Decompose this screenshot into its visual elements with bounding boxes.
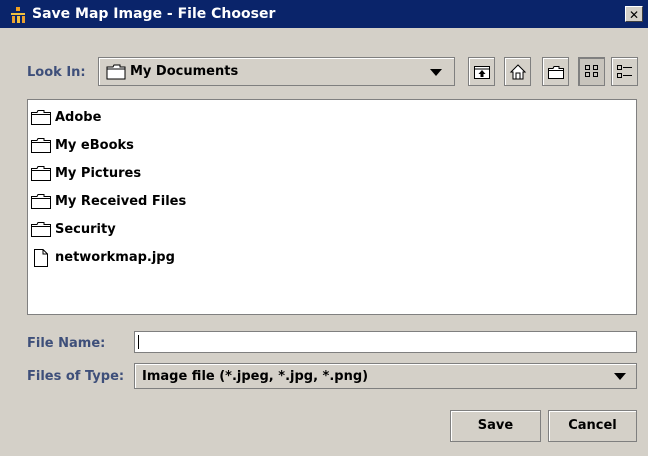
up-one-level-icon (474, 66, 490, 79)
files-of-type-label: Files of Type: (27, 369, 125, 384)
cancel-button[interactable]: Cancel (548, 410, 637, 442)
list-item-label: My Received Files (55, 194, 187, 209)
folder-icon (31, 166, 51, 181)
folder-icon (31, 222, 51, 237)
up-one-level-button[interactable] (468, 57, 495, 86)
files-of-type-value: Image file (*.jpeg, *.jpg, *.png) (142, 369, 369, 384)
files-of-type-dropdown[interactable]: Image file (*.jpeg, *.jpg, *.png) (134, 363, 637, 389)
folder-icon (31, 110, 51, 125)
look-in-value: My Documents (130, 64, 239, 79)
text-caret (138, 335, 139, 349)
list-item-label: networkmap.jpg (55, 250, 175, 265)
window-title: Save Map Image - File Chooser (32, 6, 276, 22)
folder-icon (106, 64, 126, 80)
java-app-icon (11, 7, 25, 23)
file-icon (34, 249, 48, 267)
look-in-label: Look In: (27, 65, 86, 80)
close-icon: ✕ (628, 8, 640, 22)
look-in-dropdown[interactable]: My Documents (98, 57, 455, 86)
file-list[interactable]: Adobe My eBooks My Pictures My Received … (27, 99, 637, 315)
home-icon (509, 64, 527, 80)
file-name-label: File Name: (27, 336, 106, 351)
new-folder-icon (548, 66, 564, 79)
details-view-button[interactable] (611, 57, 638, 86)
title-bar: Save Map Image - File Chooser ✕ (0, 0, 648, 28)
list-view-icon (585, 65, 598, 77)
new-folder-button[interactable] (542, 57, 569, 86)
save-button[interactable]: Save (450, 410, 541, 442)
list-item-label: My eBooks (55, 138, 134, 153)
chevron-down-icon (614, 373, 626, 380)
chevron-down-icon (430, 69, 442, 76)
close-button[interactable]: ✕ (625, 6, 643, 22)
list-view-button[interactable] (578, 57, 605, 86)
list-item-label: My Pictures (55, 166, 142, 181)
file-name-field[interactable] (134, 331, 637, 353)
file-name-input[interactable] (135, 332, 636, 352)
list-item-label: Security (55, 222, 116, 237)
details-view-icon (617, 65, 632, 78)
folder-icon (31, 138, 51, 153)
folder-icon (31, 194, 51, 209)
list-item-label: Adobe (55, 110, 102, 125)
home-button[interactable] (504, 57, 531, 86)
